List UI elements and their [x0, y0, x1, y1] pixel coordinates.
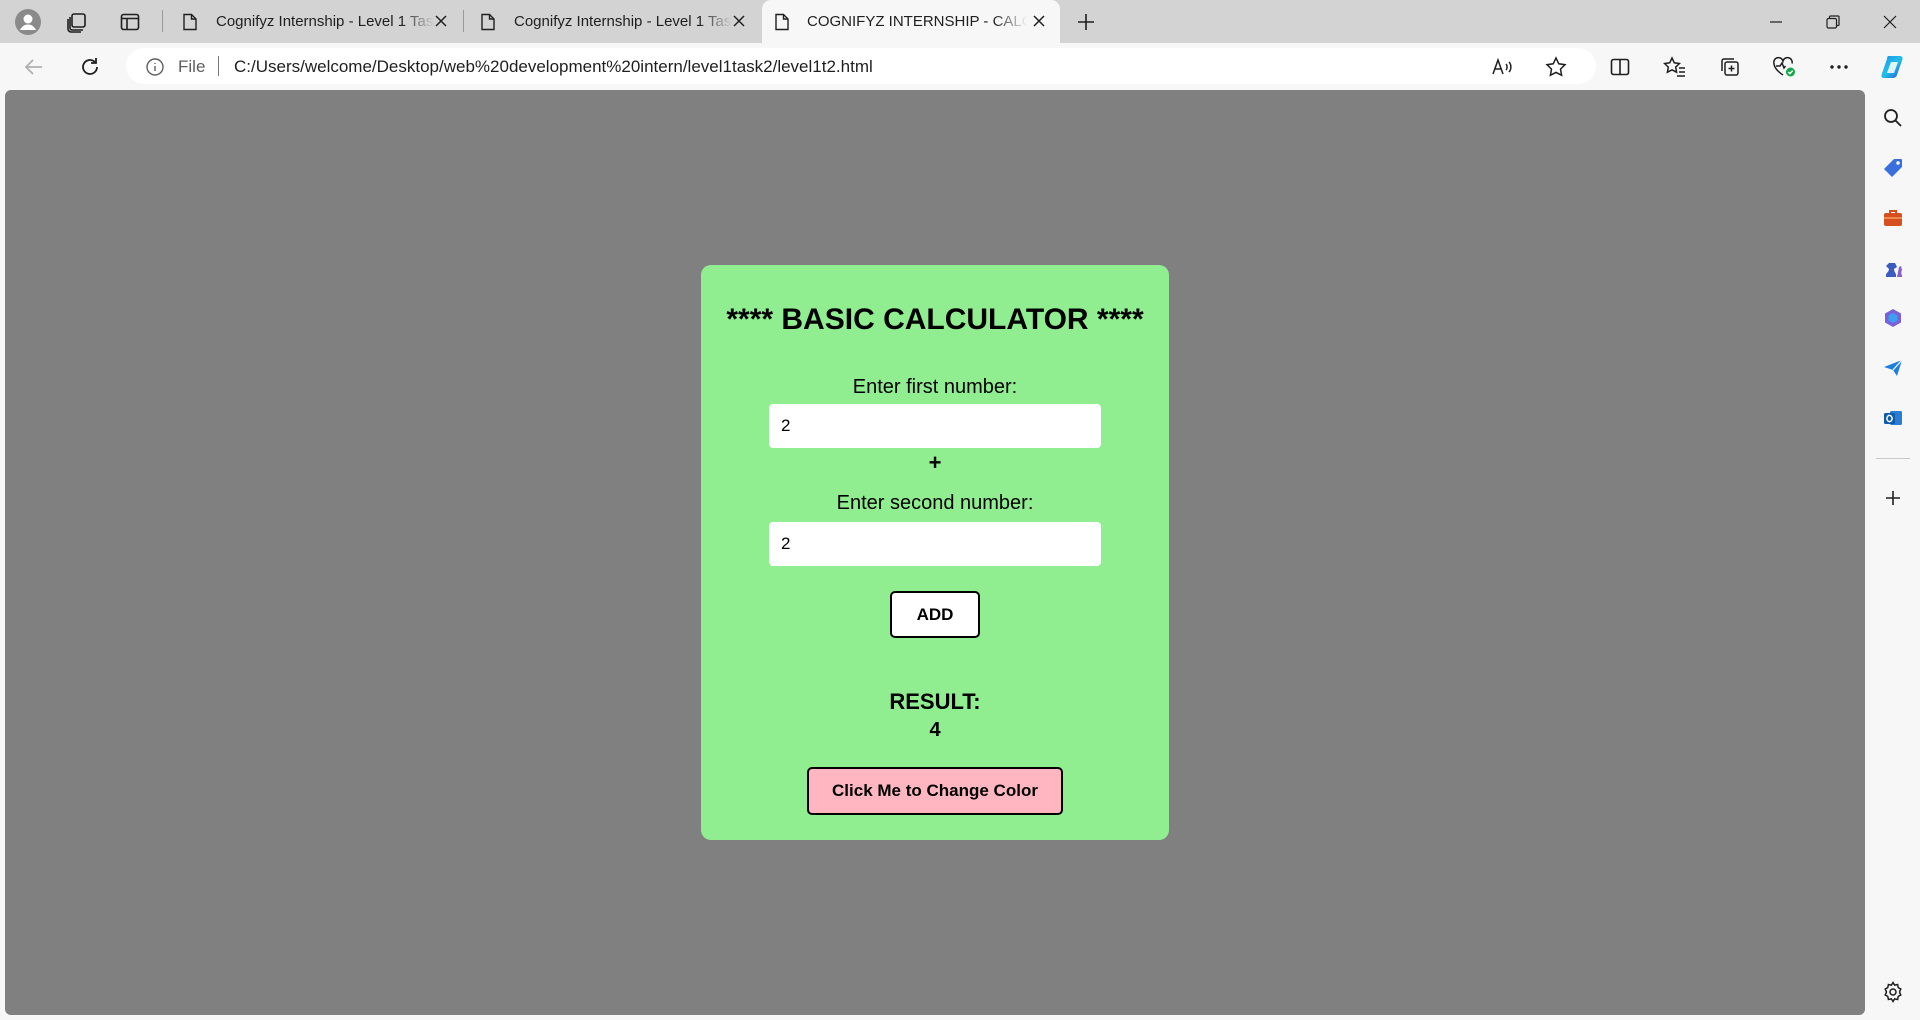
close-tab-icon[interactable] [732, 14, 746, 28]
refresh-icon[interactable] [74, 51, 106, 83]
tab-title: Cognifyz Internship - Level 1 Task 2 [514, 13, 732, 30]
scheme-label: File [178, 57, 206, 76]
search-icon[interactable] [1881, 106, 1905, 130]
tools-briefcase-icon[interactable] [1881, 206, 1905, 230]
result-label: RESULT: [889, 689, 981, 714]
outlook-icon[interactable] [1881, 406, 1905, 430]
profile-icon[interactable] [12, 6, 44, 38]
tab-strip: Cognifyz Internship - Level 1 Task 1 Cog… [0, 0, 1920, 43]
close-tab-icon[interactable] [1032, 14, 1046, 28]
calculator-card: **** BASIC CALCULATOR **** Enter first n… [701, 265, 1169, 840]
browser-toolbar: File C:/Users/welcome/Desktop/web%20deve… [0, 43, 1920, 90]
tab-title: COGNIFYZ INTERNSHIP - CALCULATOR [807, 13, 1027, 30]
tab-2[interactable]: Cognifyz Internship - Level 1 Task 2 [468, 0, 760, 43]
address-separator [218, 56, 219, 76]
document-icon [182, 13, 198, 31]
microsoft-365-icon[interactable] [1881, 306, 1905, 330]
address-bar[interactable]: File C:/Users/welcome/Desktop/web%20deve… [126, 48, 1596, 84]
info-icon[interactable] [146, 58, 164, 76]
second-number-label: Enter second number: [836, 492, 1034, 514]
browser-essentials-icon[interactable] [1770, 53, 1798, 81]
workspaces-icon[interactable] [61, 6, 93, 38]
add-button[interactable]: ADD [890, 591, 980, 638]
second-number-input[interactable] [769, 522, 1101, 566]
games-icon[interactable] [1881, 256, 1905, 280]
first-number-label: Enter first number: [852, 376, 1018, 398]
read-aloud-icon[interactable] [1490, 56, 1514, 78]
collections-icon[interactable] [1716, 53, 1744, 81]
shopping-tag-icon[interactable] [1881, 156, 1905, 180]
change-color-button[interactable]: Click Me to Change Color [807, 767, 1063, 815]
document-icon [480, 13, 496, 31]
calculator-heading: **** BASIC CALCULATOR **** [726, 303, 1144, 336]
result-value: 4 [929, 719, 941, 741]
operator-plus: + [928, 450, 942, 475]
copilot-icon[interactable] [1878, 52, 1908, 82]
minimize-icon[interactable] [1748, 0, 1804, 43]
add-icon[interactable] [1881, 486, 1905, 510]
tab-1[interactable]: Cognifyz Internship - Level 1 Task 1 [170, 0, 462, 43]
favorite-star-icon[interactable] [1544, 56, 1568, 78]
close-tab-icon[interactable] [434, 14, 448, 28]
page-viewport: **** BASIC CALCULATOR **** Enter first n… [5, 90, 1865, 1015]
tab-separator [463, 10, 464, 32]
tab-title: Cognifyz Internship - Level 1 Task 1 [216, 13, 434, 30]
vertical-tabs-icon[interactable] [114, 6, 146, 38]
tab-3-active[interactable]: COGNIFYZ INTERNSHIP - CALCULATOR [762, 0, 1060, 43]
split-screen-icon[interactable] [1606, 53, 1634, 81]
settings-gear-icon[interactable] [1881, 980, 1905, 1004]
more-options-icon[interactable] [1825, 53, 1853, 81]
tab-separator [162, 10, 163, 32]
favorites-icon[interactable] [1661, 53, 1689, 81]
back-icon[interactable] [18, 51, 50, 83]
send-icon[interactable] [1881, 356, 1905, 380]
document-icon [774, 13, 790, 31]
url-text[interactable]: C:/Users/welcome/Desktop/web%20developme… [234, 57, 873, 77]
restore-icon[interactable] [1805, 0, 1861, 43]
close-window-icon[interactable] [1862, 0, 1918, 43]
sidebar-divider [1876, 458, 1910, 459]
first-number-input[interactable] [769, 404, 1101, 448]
new-tab-icon[interactable] [1070, 6, 1102, 38]
edge-sidebar [1866, 90, 1920, 1020]
